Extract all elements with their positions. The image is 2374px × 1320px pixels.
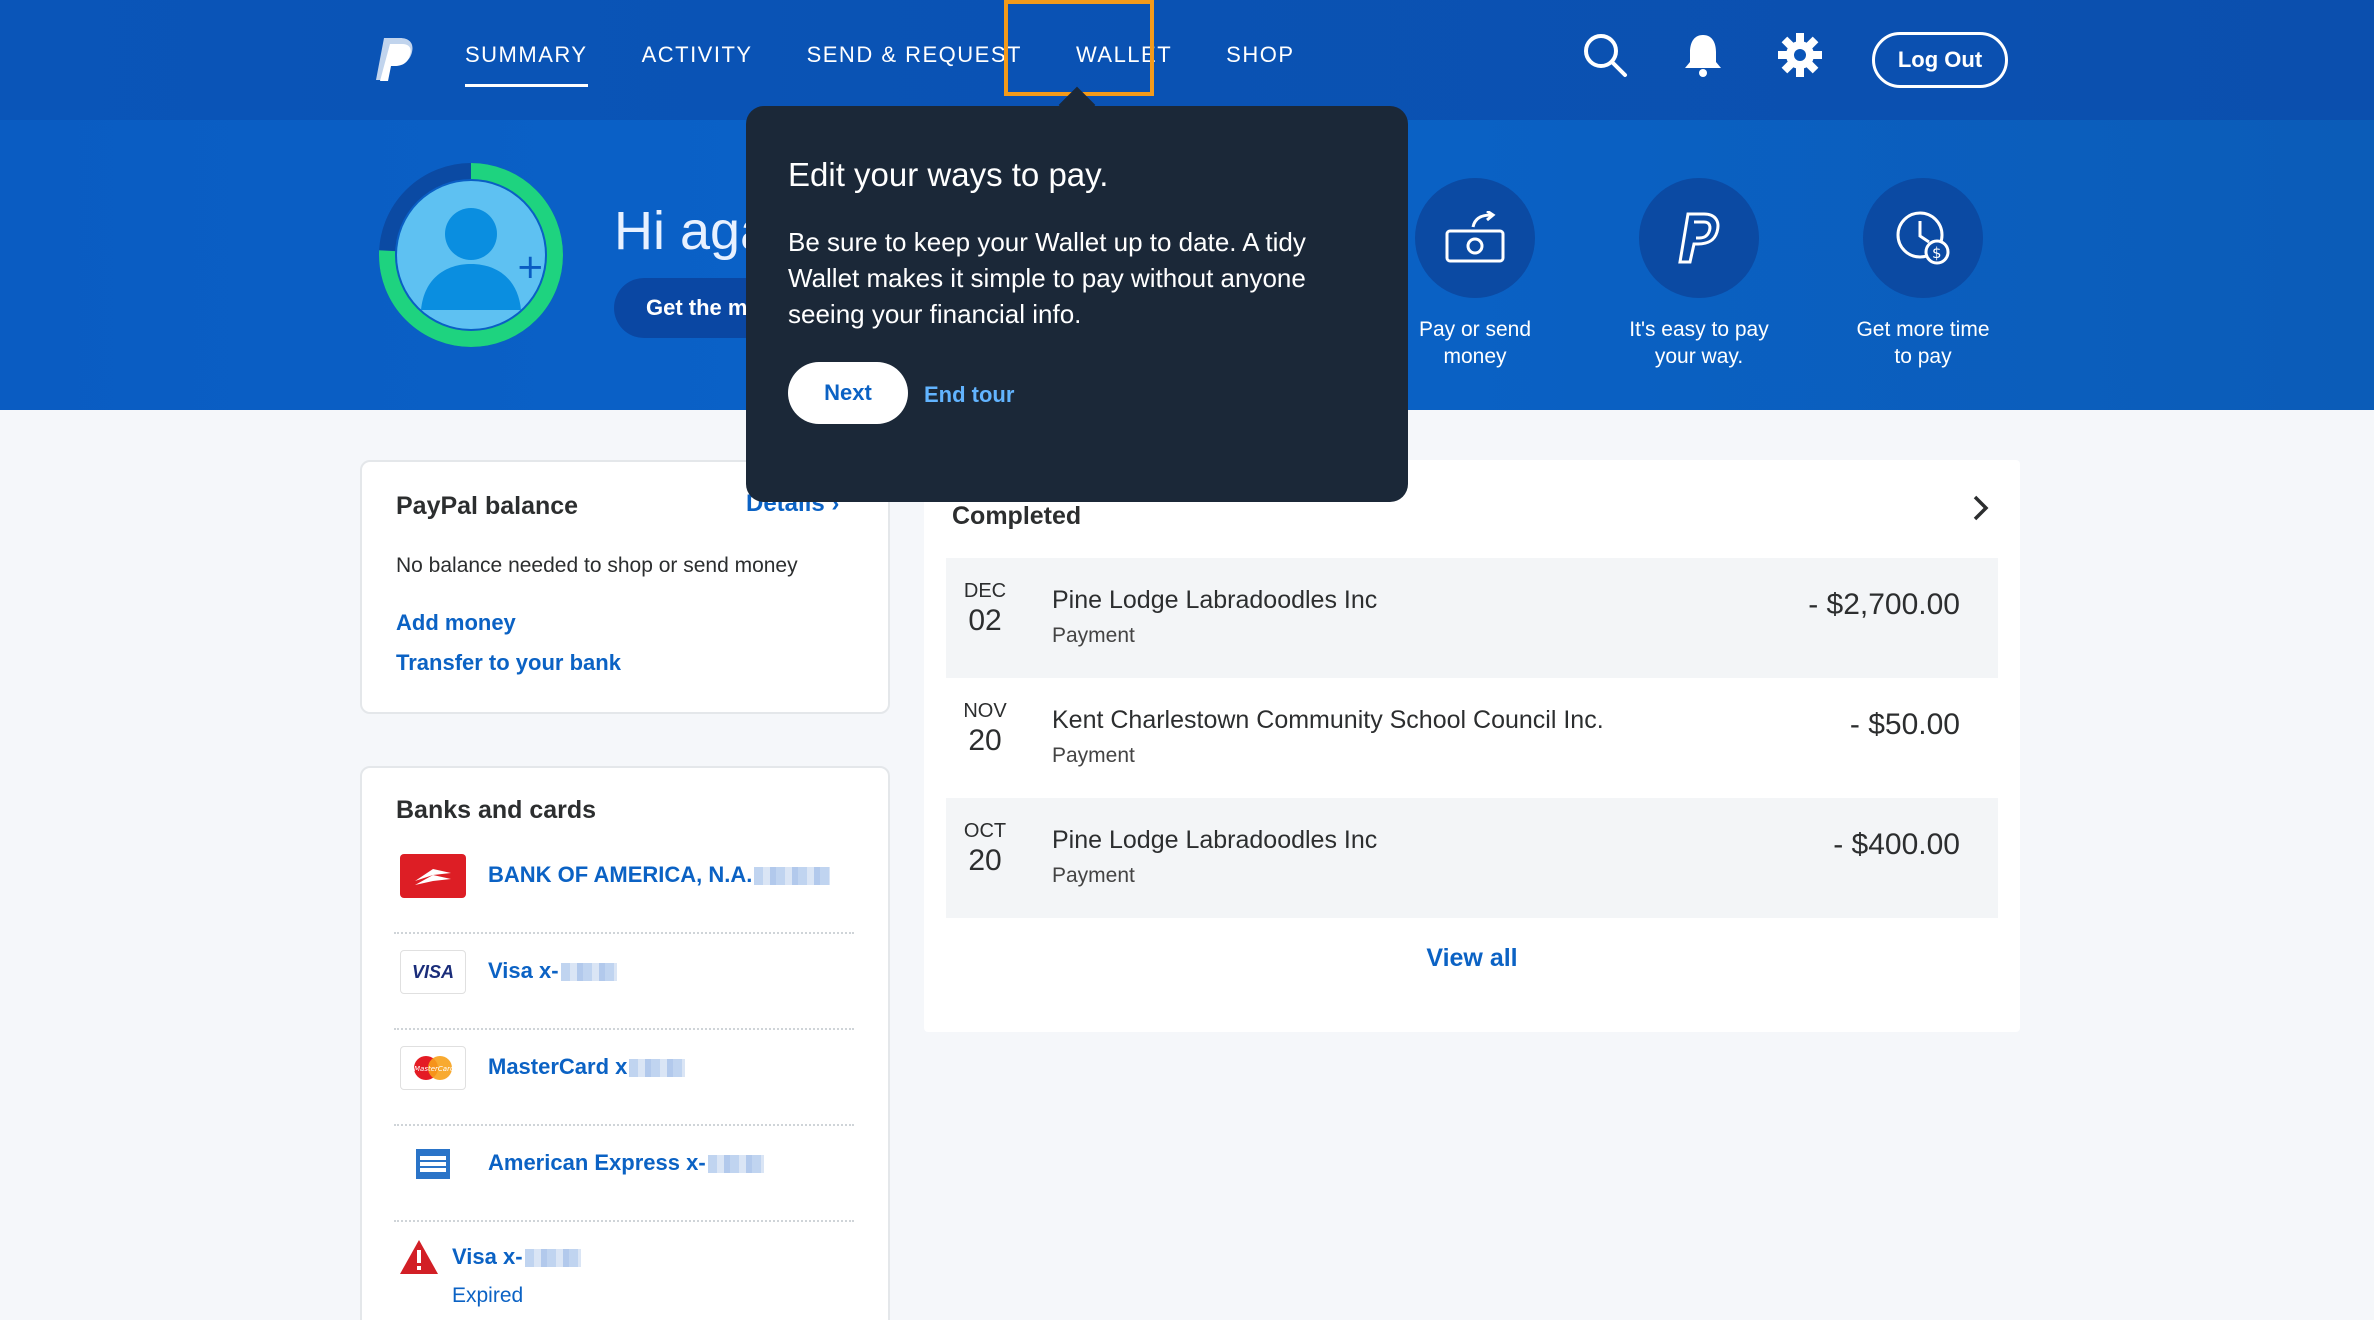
bank-of-america-logo bbox=[400, 854, 466, 898]
tx-day: 20 bbox=[968, 844, 1002, 877]
search-icon[interactable] bbox=[1580, 30, 1630, 80]
bank-item-boa[interactable]: BANK OF AMERICA, N.A. bbox=[394, 838, 854, 934]
svg-text:$: $ bbox=[1932, 244, 1942, 262]
paypal-p-icon bbox=[1678, 212, 1720, 264]
avatar[interactable]: + bbox=[376, 160, 566, 350]
transaction-row[interactable]: DEC 02 Pine Lodge Labradoodles Inc Payme… bbox=[946, 558, 1998, 678]
add-money-link[interactable]: Add money bbox=[396, 610, 516, 636]
transaction-row[interactable]: OCT 20 Pine Lodge Labradoodles Inc Payme… bbox=[946, 798, 1998, 918]
nav-send-request[interactable]: SEND & REQUEST bbox=[807, 42, 1022, 87]
paypal-logo[interactable] bbox=[372, 36, 416, 82]
bank-item-mastercard[interactable]: MasterCard MasterCard x bbox=[394, 1030, 854, 1126]
gear-icon[interactable] bbox=[1775, 30, 1825, 80]
tx-day: 20 bbox=[968, 724, 1002, 757]
activity-card: Completed DEC 02 Pine Lodge Labradoodles… bbox=[924, 460, 2020, 1032]
view-all-link[interactable]: View all bbox=[926, 944, 2018, 973]
quick-action-label-line1: Get more time bbox=[1856, 318, 1990, 341]
bank-name: BANK OF AMERICA, N.A. bbox=[488, 862, 753, 887]
tx-amount: - $50.00 bbox=[1849, 708, 1960, 741]
tx-type: Payment bbox=[1052, 864, 1135, 887]
quick-action-label-line2: to pay bbox=[1894, 345, 1952, 368]
bank-name: Visa x- bbox=[488, 958, 559, 983]
nav-activity[interactable]: ACTIVITY bbox=[642, 42, 753, 87]
tx-amount: - $400.00 bbox=[1833, 828, 1960, 861]
transaction-row[interactable]: NOV 20 Kent Charlestown Community School… bbox=[946, 678, 1998, 798]
end-tour-link[interactable]: End tour bbox=[924, 382, 1014, 408]
mastercard-logo: MasterCard bbox=[400, 1046, 466, 1090]
balance-title: PayPal balance bbox=[396, 492, 579, 520]
bell-icon[interactable] bbox=[1678, 30, 1728, 80]
nav-shop[interactable]: SHOP bbox=[1226, 42, 1294, 87]
bank-item-visa[interactable]: VISA Visa x- bbox=[394, 934, 854, 1030]
quick-action-pay-your-way[interactable]: It's easy to pay your way. bbox=[1584, 178, 1814, 370]
transfer-to-bank-link[interactable]: Transfer to your bank bbox=[396, 650, 621, 676]
banks-title: Banks and cards bbox=[396, 796, 597, 824]
main-nav: SUMMARY ACTIVITY SEND & REQUEST WALLET S… bbox=[465, 42, 1295, 87]
quick-action-label-line1: It's easy to pay bbox=[1629, 318, 1769, 341]
warning-icon bbox=[400, 1240, 438, 1274]
quick-action-more-time[interactable]: $ Get more time to pay bbox=[1808, 178, 2038, 370]
quick-action-label-line2: your way. bbox=[1654, 345, 1744, 368]
wallet-highlight-box bbox=[1004, 0, 1154, 96]
svg-text:+: + bbox=[516, 247, 545, 287]
tx-type: Payment bbox=[1052, 744, 1135, 767]
tx-amount: - $2,700.00 bbox=[1808, 588, 1960, 621]
chevron-right-icon[interactable] bbox=[1970, 492, 1992, 524]
tx-month: OCT bbox=[963, 820, 1007, 842]
tx-month: NOV bbox=[963, 700, 1007, 722]
bank-name: MasterCard x bbox=[488, 1054, 628, 1079]
tx-type: Payment bbox=[1052, 624, 1135, 647]
tx-name: Kent Charlestown Community School Counci… bbox=[1052, 706, 1604, 734]
expired-label: Expired bbox=[452, 1284, 524, 1307]
tx-day: 02 bbox=[968, 604, 1002, 637]
tooltip-title: Edit your ways to pay. bbox=[788, 156, 1109, 193]
nav-summary[interactable]: SUMMARY bbox=[465, 42, 588, 87]
clock-dollar-icon: $ bbox=[1896, 211, 1950, 265]
log-out-button[interactable]: Log Out bbox=[1872, 32, 2008, 88]
tx-month: DEC bbox=[963, 580, 1007, 602]
money-send-icon bbox=[1445, 211, 1505, 263]
bank-item-amex[interactable]: American Express x- bbox=[394, 1126, 854, 1222]
tooltip-body: Be sure to keep your Wallet up to date. … bbox=[788, 227, 1306, 329]
visa-logo: VISA bbox=[400, 950, 466, 994]
balance-subtitle: No balance needed to shop or send money bbox=[396, 554, 798, 577]
mastercard-logo-text: MasterCard bbox=[414, 1065, 455, 1073]
bank-name: American Express x- bbox=[488, 1150, 706, 1175]
bank-name: Visa x- bbox=[452, 1244, 523, 1269]
tour-next-button[interactable]: Next bbox=[788, 362, 908, 424]
get-more-button[interactable]: Get the m bbox=[614, 278, 764, 338]
amex-logo bbox=[400, 1142, 466, 1186]
tx-name: Pine Lodge Labradoodles Inc bbox=[1052, 826, 1378, 854]
banks-and-cards-card: Banks and cards BANK OF AMERICA, N.A. VI… bbox=[360, 766, 890, 1320]
completed-title: Completed bbox=[952, 502, 1082, 530]
tx-name: Pine Lodge Labradoodles Inc bbox=[1052, 586, 1378, 614]
bank-item-visa-expired[interactable]: Visa x- Expired bbox=[394, 1222, 854, 1320]
tour-tooltip: Edit your ways to pay. Be sure to keep y… bbox=[746, 106, 1408, 502]
